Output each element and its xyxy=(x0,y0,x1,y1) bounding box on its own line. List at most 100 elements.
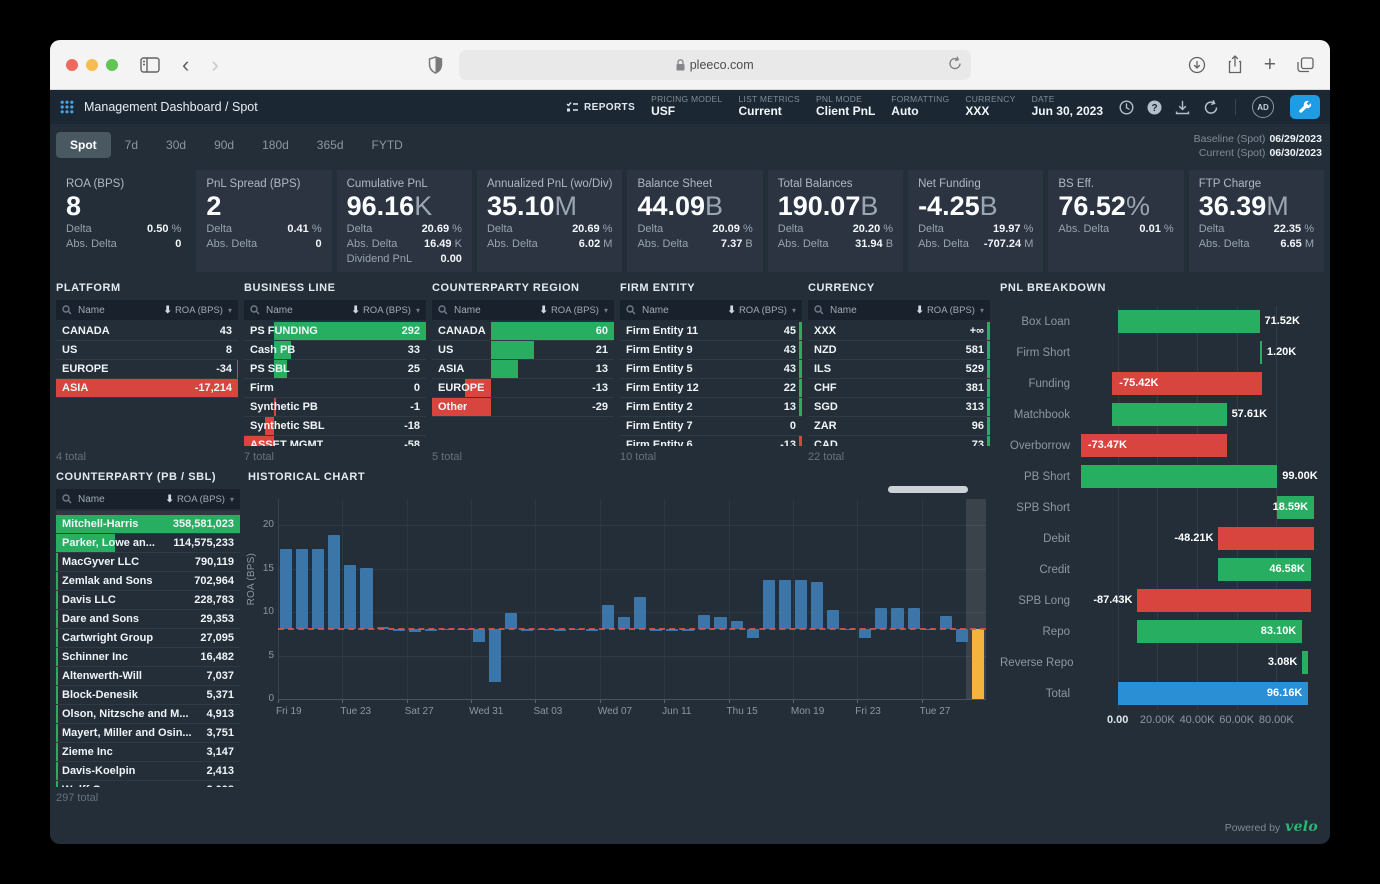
share-icon[interactable] xyxy=(1227,55,1243,74)
sort-control[interactable]: ⬇ROA (BPS)▾ xyxy=(728,305,796,316)
table-row[interactable]: US21 xyxy=(432,341,614,360)
table-row[interactable]: Davis LLC228,783 xyxy=(56,591,240,610)
nav-setting-pricing-model[interactable]: PRICING MODELUSF xyxy=(651,95,722,119)
filter-caret-icon[interactable]: ▾ xyxy=(604,306,608,315)
zoom-window-button[interactable] xyxy=(106,59,118,71)
table-row[interactable]: Mayert, Miller and Osin...3,751 xyxy=(56,724,240,743)
tab-180d[interactable]: 180d xyxy=(248,132,303,158)
table-row[interactable]: Parker, Lowe an...114,575,233 xyxy=(56,534,240,553)
filter-caret-icon[interactable]: ▾ xyxy=(792,306,796,315)
new-tab-icon[interactable]: + xyxy=(1264,53,1276,77)
chart-scrollbar-handle[interactable] xyxy=(888,486,968,493)
waterfall-bar[interactable] xyxy=(1081,465,1277,488)
table-row[interactable]: XXX+∞ xyxy=(808,322,990,341)
chart-bar[interactable] xyxy=(360,568,372,630)
chart-bar[interactable] xyxy=(875,608,887,630)
table-search-platform[interactable]: Name⬇ROA (BPS)▾ xyxy=(56,300,238,320)
chart-bar[interactable] xyxy=(312,549,324,630)
table-row[interactable]: Cash PB33 xyxy=(244,341,426,360)
filter-caret-icon[interactable]: ▾ xyxy=(228,306,232,315)
table-row[interactable]: Firm Entity 70 xyxy=(620,417,802,436)
table-search-firm-entity[interactable]: Name⬇ROA (BPS)▾ xyxy=(620,300,802,320)
table-search-currency[interactable]: Name⬇ROA (BPS)▾ xyxy=(808,300,990,320)
download-icon[interactable] xyxy=(1175,100,1190,115)
waterfall-bar[interactable] xyxy=(1302,651,1308,674)
table-row[interactable]: ILS529 xyxy=(808,360,990,379)
table-search-counterparty-region[interactable]: Name⬇ROA (BPS)▾ xyxy=(432,300,614,320)
chart-bar[interactable] xyxy=(891,608,903,630)
app-grid-icon[interactable] xyxy=(60,100,74,114)
shield-icon[interactable] xyxy=(428,56,443,74)
nav-setting-date[interactable]: DATEJun 30, 2023 xyxy=(1032,95,1103,119)
reports-button[interactable]: REPORTS xyxy=(566,101,635,113)
tab-overview-icon[interactable] xyxy=(1297,57,1314,73)
chart-bar[interactable] xyxy=(827,610,839,629)
filter-caret-icon[interactable]: ▾ xyxy=(230,495,234,504)
help-icon[interactable]: ? xyxy=(1147,100,1162,115)
sort-control[interactable]: ⬇ROA (BPS)▾ xyxy=(540,305,608,316)
tab-spot[interactable]: Spot xyxy=(56,132,111,158)
chart-bar[interactable] xyxy=(602,605,614,629)
chart-bar[interactable] xyxy=(811,582,823,630)
sort-control[interactable]: ⬇ROA (BPS)▾ xyxy=(164,305,232,316)
tab-fytd[interactable]: FYTD xyxy=(358,132,417,158)
nav-setting-list-metrics[interactable]: LIST METRICSCurrent xyxy=(738,95,799,119)
table-row[interactable]: CHF381 xyxy=(808,379,990,398)
table-row[interactable]: ASSET MGMT-58 xyxy=(244,436,426,446)
velo-logo[interactable]: velo xyxy=(1285,819,1318,835)
table-search-counterparty-pb-sbl[interactable]: Name⬇ROA (BPS)▾ xyxy=(56,489,240,509)
chart-bar[interactable] xyxy=(489,629,501,681)
table-row[interactable]: Firm Entity 1222 xyxy=(620,379,802,398)
nav-setting-formatting[interactable]: FORMATTINGAuto xyxy=(891,95,949,119)
table-row[interactable]: Block-Denesik5,371 xyxy=(56,686,240,705)
table-row[interactable]: PS FUNDING292 xyxy=(244,322,426,341)
table-search-business-line[interactable]: Name⬇ROA (BPS)▾ xyxy=(244,300,426,320)
waterfall-bar[interactable] xyxy=(1112,403,1226,426)
table-row[interactable]: Firm Entity 543 xyxy=(620,360,802,379)
clock-icon[interactable] xyxy=(1119,100,1134,115)
table-row[interactable]: MacGyver LLC790,119 xyxy=(56,553,240,572)
sort-control[interactable]: ⬇ROA (BPS)▾ xyxy=(916,305,984,316)
tab-90d[interactable]: 90d xyxy=(200,132,248,158)
chart-bar[interactable] xyxy=(473,629,485,642)
table-row[interactable]: Firm Entity 943 xyxy=(620,341,802,360)
nav-setting-currency[interactable]: CURRENCYXXX xyxy=(965,95,1015,119)
chart-bar[interactable] xyxy=(908,608,920,630)
chart-bar[interactable] xyxy=(296,549,308,630)
chart-bar[interactable] xyxy=(859,629,871,638)
table-row[interactable]: Mitchell-Harris358,581,023 xyxy=(56,515,240,534)
table-row[interactable]: Other-29 xyxy=(432,398,614,417)
table-row[interactable]: SGD313 xyxy=(808,398,990,417)
tab-7d[interactable]: 7d xyxy=(111,132,152,158)
table-row[interactable]: Dare and Sons29,353 xyxy=(56,610,240,629)
table-row[interactable]: Davis-Koelpin2,413 xyxy=(56,762,240,781)
filter-caret-icon[interactable]: ▾ xyxy=(416,306,420,315)
table-row[interactable]: Altenwerth-Will7,037 xyxy=(56,667,240,686)
sort-control[interactable]: ⬇ROA (BPS)▾ xyxy=(166,494,234,505)
table-row[interactable]: CAD73 xyxy=(808,436,990,446)
table-row[interactable]: Firm0 xyxy=(244,379,426,398)
chart-bar[interactable] xyxy=(747,629,759,638)
close-window-button[interactable] xyxy=(66,59,78,71)
chart-bar[interactable] xyxy=(634,597,646,629)
table-row[interactable]: CANADA60 xyxy=(432,322,614,341)
table-row[interactable]: Firm Entity 6-13 xyxy=(620,436,802,446)
address-bar[interactable]: pleeco.com xyxy=(459,50,971,80)
table-row[interactable]: ZAR96 xyxy=(808,417,990,436)
user-avatar[interactable]: AD xyxy=(1252,96,1274,118)
nav-setting-pnl-mode[interactable]: PNL MODEClient PnL xyxy=(816,95,875,119)
table-row[interactable]: Wolff Group2,008 xyxy=(56,781,240,787)
table-row[interactable]: Zemlak and Sons702,964 xyxy=(56,572,240,591)
table-row[interactable]: Synthetic SBL-18 xyxy=(244,417,426,436)
reload-icon[interactable] xyxy=(948,56,962,71)
chart-bar[interactable] xyxy=(328,535,340,630)
chart-bar[interactable] xyxy=(956,629,968,642)
back-button[interactable]: ‹ xyxy=(182,54,189,76)
table-row[interactable]: Olson, Nitzsche and M...4,913 xyxy=(56,705,240,724)
chart-bar[interactable] xyxy=(779,580,791,630)
minimize-window-button[interactable] xyxy=(86,59,98,71)
waterfall-bar[interactable] xyxy=(1260,341,1262,364)
chart-bar[interactable] xyxy=(280,549,292,630)
table-row[interactable]: ASIA-17,214 xyxy=(56,379,238,398)
table-row[interactable]: Firm Entity 1145 xyxy=(620,322,802,341)
